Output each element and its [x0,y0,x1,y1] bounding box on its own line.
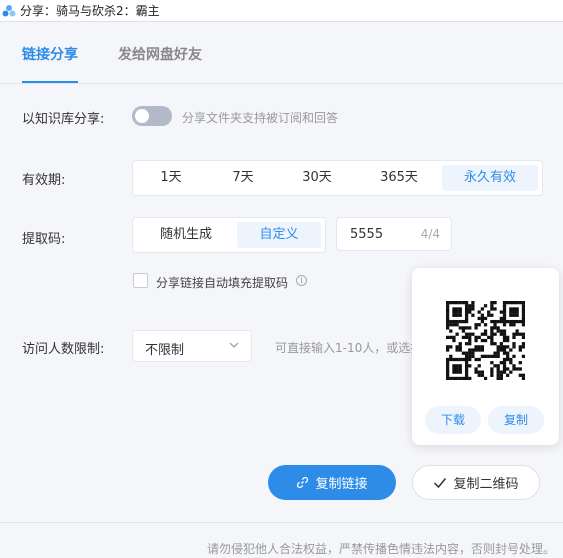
check-icon [434,477,447,488]
visitor-limit-select[interactable]: 不限制 [132,330,252,362]
link-icon [297,476,309,489]
copy-link-label: 复制链接 [315,477,368,492]
autofill-code-label: 分享链接自动填充提取码 [156,276,289,290]
cloud-share-icon [2,4,16,16]
extract-code-value: 5555 [350,227,384,242]
copy-link-button[interactable]: 复制链接 [268,465,396,500]
knowledge-share-label: 以知识库分享: [22,112,105,127]
extract-code-input[interactable]: 5555 4/4 [336,217,452,251]
extract-code-counter: 4/4 [420,227,440,241]
extract-code-label: 提取码: [22,232,66,247]
copy-qr-button[interactable]: 复制二维码 [412,465,540,500]
qr-code-image [446,301,525,380]
info-icon[interactable]: i [296,275,307,286]
visitor-limit-hint: 可直接输入1-10人，或选择 [275,341,423,355]
validity-label: 有效期: [22,173,66,188]
knowledge-share-hint: 分享文件夹支持被订阅和回答 [182,111,339,125]
active-tab-indicator [22,81,78,83]
validity-option-permanent[interactable]: 永久有效 [442,165,538,191]
toggle-knob [135,109,149,123]
validity-option-7days[interactable]: 7天 [211,165,275,191]
extract-code-custom[interactable]: 自定义 [237,222,321,248]
tab-send-to-friends[interactable]: 发给网盘好友 [118,44,202,64]
validity-selector: 1天 7天 30天 365天 永久有效 [132,160,543,196]
share-tabs: 链接分享 发给网盘好友 [0,22,563,84]
copy-qr-label: 复制二维码 [453,477,519,492]
visitor-limit-value: 不限制 [145,343,185,358]
footer-notice: 请勿侵犯他人合法权益，严禁传播色情违法内容，否则封号处理。 [206,542,555,556]
knowledge-share-toggle[interactable] [132,106,172,126]
qr-code-popup: 下载 复制 [412,268,559,445]
validity-option-1day[interactable]: 1天 [139,165,203,191]
autofill-code-checkbox[interactable] [133,273,148,288]
visitor-limit-label: 访问人数限制: [22,342,105,357]
qr-download-button[interactable]: 下载 [425,406,481,434]
extract-code-mode-selector: 随机生成 自定义 [132,217,326,253]
validity-option-365days[interactable]: 365天 [361,165,437,191]
qr-copy-button[interactable]: 复制 [488,406,544,434]
chevron-down-icon [229,342,239,348]
validity-option-30days[interactable]: 30天 [283,165,351,191]
title-bar: 分享：骑马与砍杀2：霸主 [0,0,563,22]
tab-link-share[interactable]: 链接分享 [22,44,78,64]
footer-divider [0,522,563,523]
extract-code-random[interactable]: 随机生成 [139,222,233,248]
window-title: 分享：骑马与砍杀2：霸主 [20,4,160,18]
